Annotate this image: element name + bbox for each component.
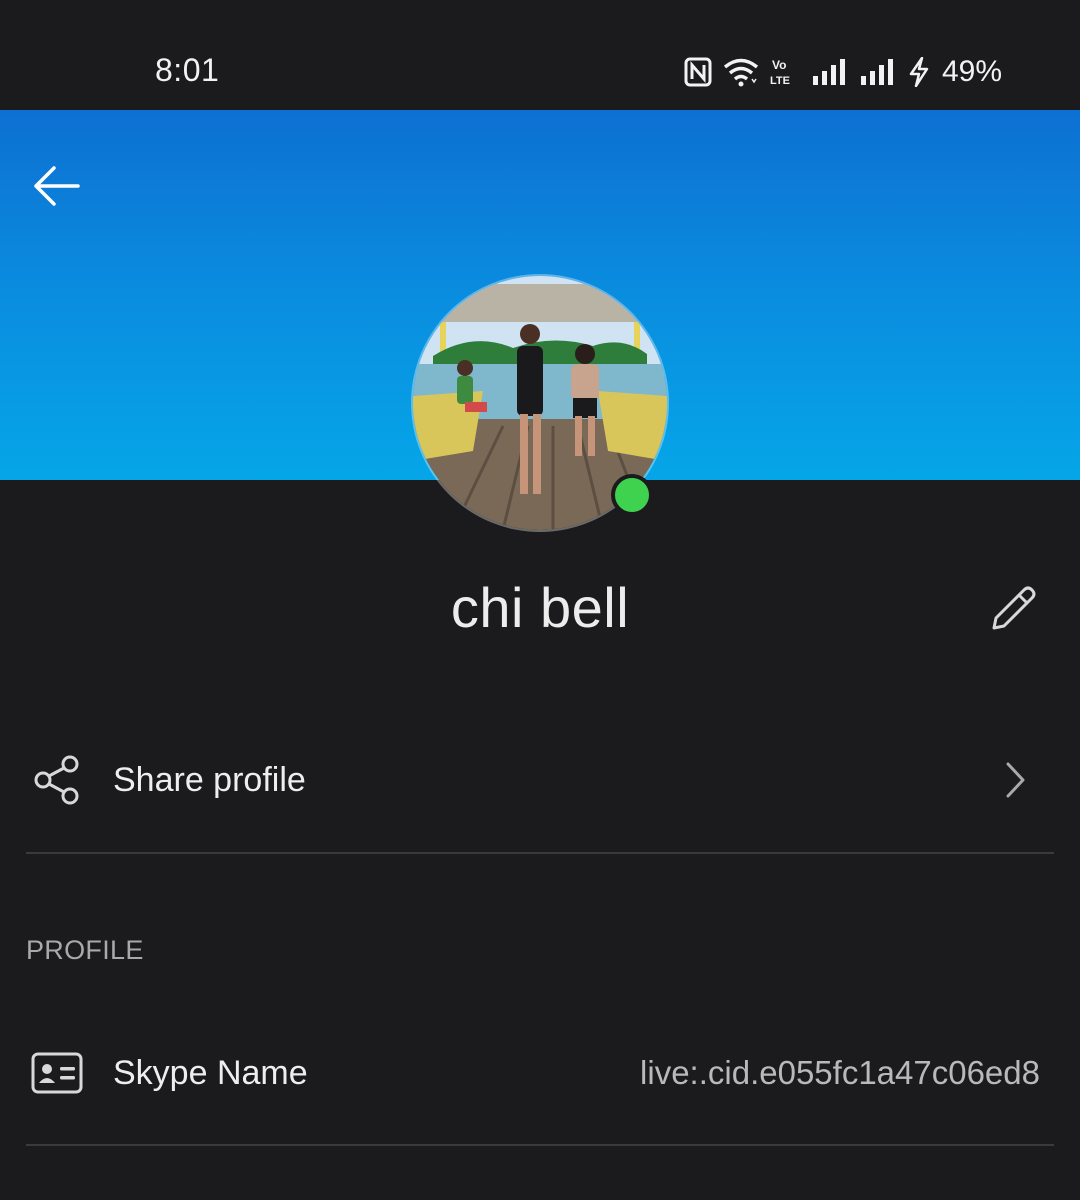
svg-text:LTE: LTE	[770, 75, 790, 87]
status-bar: 8:01 Vo LTE 49%	[0, 0, 1080, 110]
arrow-left-icon	[30, 164, 82, 213]
status-time: 8:01	[155, 52, 220, 88]
avatar-container[interactable]	[413, 276, 667, 530]
back-button[interactable]	[26, 160, 86, 216]
nfc-icon	[684, 57, 712, 87]
presence-status-dot	[611, 474, 653, 516]
skype-name-value[interactable]: live:.cid.e055fc1a47c06ed8	[640, 1054, 1040, 1092]
wifi-icon	[722, 57, 760, 87]
pencil-icon	[986, 582, 1040, 641]
charging-icon	[908, 57, 930, 87]
section-header-profile: PROFILE	[26, 935, 144, 965]
skype-name-label: Skype Name	[113, 1053, 308, 1092]
status-icons: Vo LTE 49%	[684, 52, 1002, 92]
skype-name-row[interactable]: Skype Name live:.cid.e055fc1a47c06ed8	[0, 1013, 1080, 1133]
chevron-right-icon	[1000, 760, 1030, 800]
volte-icon: Vo LTE	[770, 57, 802, 87]
share-icon	[30, 753, 84, 807]
divider	[26, 852, 1054, 854]
signal-icon	[860, 58, 898, 86]
svg-text:Vo: Vo	[772, 58, 786, 72]
signal-icon	[812, 58, 850, 86]
battery-percentage: 49%	[941, 55, 1002, 88]
share-profile-label: Share profile	[113, 760, 306, 799]
profile-name: chi bell	[450, 576, 630, 639]
contact-card-icon	[30, 1046, 84, 1100]
share-profile-row[interactable]: Share profile	[0, 720, 1080, 840]
divider	[26, 1144, 1054, 1146]
edit-name-button[interactable]	[984, 582, 1042, 640]
